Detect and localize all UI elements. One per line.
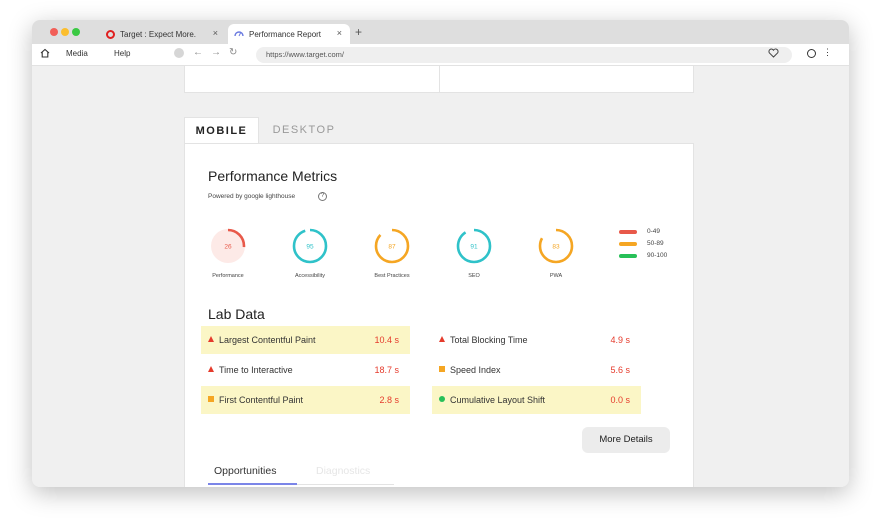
- gauge-favicon-icon: [234, 29, 244, 39]
- back-arrow-icon[interactable]: ←: [193, 47, 203, 58]
- close-tab-icon[interactable]: ×: [213, 28, 218, 38]
- gauge-accessibility[interactable]: 95: [291, 227, 329, 265]
- lab-data-title: Lab Data: [208, 306, 265, 322]
- url-text: https://www.target.com/: [266, 50, 344, 59]
- gauge-score: 91: [470, 244, 478, 251]
- metric-cumulative-layout-shift: Cumulative Layout Shift 0.0 s: [432, 386, 641, 414]
- legend-label-good: 90-100: [647, 252, 668, 259]
- poor-triangle-icon: [208, 366, 214, 372]
- tab-label: Performance Report: [249, 29, 322, 39]
- reload-icon[interactable]: ↻: [229, 47, 237, 58]
- gauge-pwa[interactable]: 83: [537, 227, 575, 265]
- page-content: MOBILE DESKTOP Performance Metrics Power…: [32, 66, 849, 487]
- gauge-performance[interactable]: 26: [209, 227, 247, 265]
- tab-mobile[interactable]: MOBILE: [184, 117, 259, 143]
- tab-diagnostics[interactable]: Diagnostics: [316, 465, 370, 477]
- bookmark-heart-icon[interactable]: [768, 48, 779, 60]
- poor-triangle-icon: [208, 336, 214, 342]
- gauge-best-practices[interactable]: 87: [373, 227, 411, 265]
- tab-bar: Target : Expect More. × Performance Repo…: [32, 20, 849, 44]
- legend-swatch-poor: [619, 230, 637, 234]
- help-icon[interactable]: ?: [318, 192, 327, 201]
- gauge-label: PWA: [549, 273, 563, 279]
- tab-desktop[interactable]: DESKTOP: [264, 117, 344, 143]
- metric-largest-contentful-paint: Largest Contentful Paint 10.4 s: [201, 326, 410, 354]
- legend-label-average: 50-89: [647, 240, 664, 247]
- metric-total-blocking-time: Total Blocking Time 4.9 s: [432, 326, 641, 354]
- tab-opportunities[interactable]: Opportunities: [214, 465, 276, 477]
- performance-metrics-title: Performance Metrics: [208, 168, 338, 184]
- tab-divider: [297, 484, 394, 485]
- gauge-label: SEO: [468, 273, 480, 279]
- gauge-seo[interactable]: 91: [455, 227, 493, 265]
- minimize-window-button[interactable]: [61, 28, 69, 36]
- menu-help[interactable]: Help: [114, 49, 130, 58]
- powered-by-text: Powered by google lighthouse: [208, 193, 296, 200]
- close-tab-icon[interactable]: ×: [337, 28, 342, 38]
- gauge-label: Accessibility: [295, 273, 325, 279]
- more-details-button[interactable]: More Details: [582, 427, 670, 453]
- opportunities-tab-underline: [208, 483, 297, 485]
- home-icon[interactable]: [40, 48, 50, 60]
- gauge-score: 95: [306, 244, 314, 251]
- browser-tab-performance-report[interactable]: Performance Report ×: [228, 24, 350, 44]
- profile-icon[interactable]: [807, 49, 816, 58]
- target-logo-icon: [106, 29, 115, 39]
- legend-label-poor: 0-49: [647, 228, 661, 235]
- more-options-icon[interactable]: ⋮: [823, 47, 832, 58]
- gauge-label: Performance: [212, 273, 244, 279]
- maximize-window-button[interactable]: [72, 28, 80, 36]
- average-square-icon: [208, 396, 214, 402]
- legend-swatch-good: [619, 254, 637, 258]
- extension-icon[interactable]: [174, 48, 184, 58]
- average-square-icon: [439, 366, 445, 372]
- report-panel: Performance Metrics Powered by google li…: [184, 143, 694, 487]
- poor-triangle-icon: [439, 336, 445, 342]
- gauge-label: Best Practices: [374, 273, 410, 279]
- good-circle-icon: [439, 396, 445, 402]
- browser-window: Target : Expect More. × Performance Repo…: [32, 20, 849, 487]
- new-tab-button[interactable]: +: [355, 25, 362, 39]
- browser-tab-target[interactable]: Target : Expect More. ×: [100, 24, 226, 44]
- gauge-score: 26: [224, 244, 232, 251]
- summary-card: [184, 66, 694, 93]
- menu-media[interactable]: Media: [66, 49, 88, 58]
- legend-swatch-average: [619, 242, 637, 246]
- tab-label: Target : Expect More.: [120, 29, 197, 39]
- metric-first-contentful-paint: First Contentful Paint 2.8 s: [201, 386, 410, 414]
- metric-speed-index: Speed Index 5.6 s: [432, 356, 641, 384]
- gauge-score: 87: [388, 244, 396, 251]
- close-window-button[interactable]: [50, 28, 58, 36]
- metric-time-to-interactive: Time to Interactive 18.7 s: [201, 356, 410, 384]
- address-bar[interactable]: https://www.target.com/: [256, 47, 792, 63]
- gauge-score: 83: [552, 244, 560, 251]
- forward-arrow-icon[interactable]: →: [211, 47, 221, 58]
- browser-toolbar: Media Help ← → ↻ https://www.target.com/…: [32, 44, 849, 66]
